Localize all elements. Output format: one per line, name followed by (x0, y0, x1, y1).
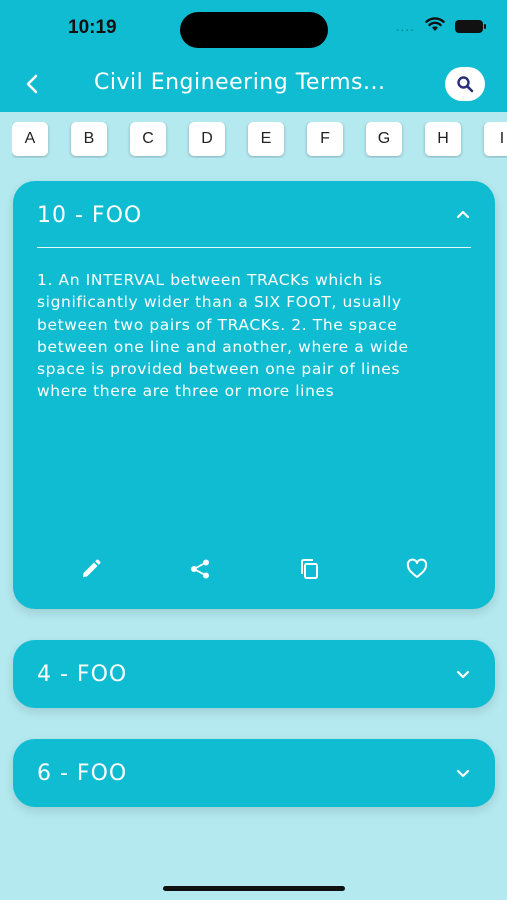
letter-chip-i[interactable]: I (484, 122, 507, 156)
term-definition: 1. An INTERVAL between TRACKs which is s… (37, 271, 409, 401)
share-icon (191, 559, 209, 579)
app-bar: Civil Engineering Terms... (0, 56, 507, 112)
share-button[interactable] (186, 555, 214, 583)
heart-icon (406, 558, 428, 578)
divider (37, 247, 471, 248)
search-icon (457, 76, 474, 93)
signal-dots: .... (395, 19, 415, 34)
term-card-header[interactable]: 10 - FOO (37, 181, 471, 249)
status-time: 10:19 (68, 17, 117, 38)
letter-chip-c[interactable]: C (130, 122, 166, 156)
letter-chip-a[interactable]: A (12, 122, 48, 156)
chevron-up-icon (456, 210, 470, 219)
page-title: Civil Engineering Terms... (94, 70, 386, 95)
letter-chip-d[interactable]: D (189, 122, 225, 156)
status-bar: 10:19 .... (0, 0, 507, 56)
favorite-button[interactable] (403, 555, 431, 583)
chevron-down-icon (456, 670, 470, 679)
search-button[interactable] (445, 67, 485, 101)
term-card-collapsed[interactable]: 6 - FOO (13, 739, 495, 807)
dynamic-island (180, 12, 328, 48)
status-icons: .... (395, 17, 486, 36)
chevron-down-icon (456, 769, 470, 778)
chevron-left-icon (26, 74, 38, 94)
term-actions (13, 555, 495, 583)
term-card-collapsed[interactable]: 4 - FOO (13, 640, 495, 708)
edit-button[interactable] (77, 555, 105, 583)
back-button[interactable] (18, 70, 46, 98)
alphabet-filter: A B C D E F G H I (12, 122, 507, 158)
copy-button[interactable] (295, 555, 323, 583)
letter-chip-b[interactable]: B (71, 122, 107, 156)
copy-icon (301, 559, 318, 579)
term-title: 4 - FOO (37, 661, 128, 687)
edit-icon (83, 559, 101, 577)
term-title: 10 - FOO (37, 202, 143, 228)
term-title: 6 - FOO (37, 760, 128, 786)
letter-chip-h[interactable]: H (425, 122, 461, 156)
letter-chip-f[interactable]: F (307, 122, 343, 156)
letter-chip-g[interactable]: G (366, 122, 402, 156)
letter-chip-e[interactable]: E (248, 122, 284, 156)
term-card-header[interactable]: 4 - FOO (37, 640, 471, 708)
home-indicator[interactable] (163, 886, 345, 891)
term-card-expanded: 10 - FOO 1. An INTERVAL between TRACKs w… (13, 181, 495, 609)
term-card-header[interactable]: 6 - FOO (37, 739, 471, 807)
wifi-icon (425, 17, 445, 36)
battery-icon (455, 20, 486, 33)
